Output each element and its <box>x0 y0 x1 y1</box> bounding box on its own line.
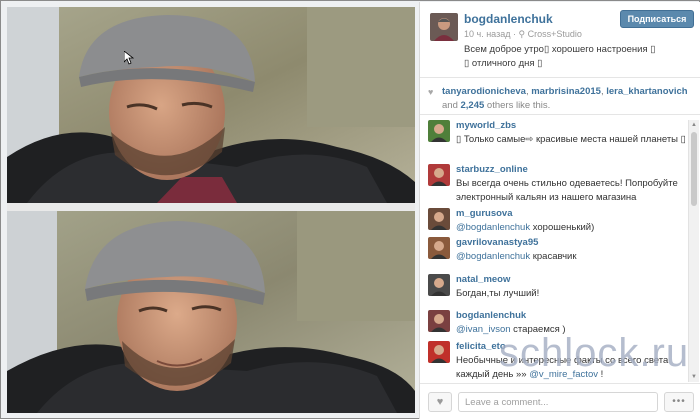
comment-text: @bogdanlenchuk красавчик <box>456 250 686 264</box>
comment-text: @bogdanlenchuk хорошенький) <box>456 221 686 235</box>
commenter-username[interactable]: m_gurusova <box>456 208 513 219</box>
liker-link[interactable]: lera_khartanovich <box>606 86 687 97</box>
owner-avatar[interactable] <box>430 13 458 41</box>
likes-and: and <box>442 100 458 111</box>
likes-others-text: others like this. <box>486 100 551 111</box>
comment-text-part: красавчик <box>530 251 577 262</box>
comment-text: Вы всегда очень стильно одеваетесь! Попр… <box>456 177 686 205</box>
caption-line: ▯ отличного дня ▯ <box>464 58 543 69</box>
commenter-username[interactable]: gavrilovanastya95 <box>456 237 538 248</box>
commenter-username[interactable]: starbuzz_online <box>456 164 528 175</box>
window-frame: bogdanlenchuk Подписаться 10 ч. назад · … <box>0 0 700 419</box>
mention-link[interactable]: @bogdanlenchuk <box>456 251 530 262</box>
heart-icon: ♥ <box>436 396 444 408</box>
commenter-avatar[interactable] <box>428 310 450 332</box>
scroll-down-arrow-icon[interactable]: ▼ <box>689 372 699 382</box>
post-meta: 10 ч. назад · ⚲ Cross+Studio <box>464 29 582 40</box>
like-button[interactable]: ♥ <box>428 392 452 412</box>
liker-link[interactable]: marbrisina2015 <box>531 86 601 97</box>
scroll-up-arrow-icon[interactable]: ▲ <box>689 120 699 130</box>
post-caption: Всем доброе утро▯ хорошего настроения ▯ … <box>464 43 690 71</box>
commenter-avatar[interactable] <box>428 237 450 259</box>
owner-username[interactable]: bogdanlenchuk <box>464 12 553 26</box>
post-header: bogdanlenchuk Подписаться 10 ч. назад · … <box>420 2 700 78</box>
more-options-button[interactable]: ••• <box>664 392 694 412</box>
mention-link[interactable]: @bogdanlenchuk <box>456 222 530 233</box>
post-time: 10 ч. назад <box>464 29 511 39</box>
commenter-avatar[interactable] <box>428 164 450 186</box>
comment-text-part: хорошенький) <box>530 222 595 233</box>
photo-panel <box>7 7 415 413</box>
watermark: schlock.ru <box>499 331 690 375</box>
comment-text-part: Богдан,ты лучший! <box>456 288 540 299</box>
comment-text-part: ▯ Только самые⇨ красивые места нашей пла… <box>456 134 686 145</box>
comment-text: Богдан,ты лучший! <box>456 287 686 301</box>
caption-line: Всем доброе утро▯ хорошего настроения ▯ <box>464 44 656 55</box>
commenter-username[interactable]: myworld_zbs <box>456 120 516 131</box>
likers-list: tanyarodionicheva, marbrisina2015, lera_… <box>442 86 688 111</box>
comment-footer: ♥ ••• <box>420 383 700 419</box>
commenter-username[interactable]: bogdanlenchuk <box>456 310 526 321</box>
follow-button[interactable]: Подписаться <box>620 10 694 28</box>
likes-count[interactable]: 2,245 <box>461 100 485 111</box>
heart-icon: ♥ <box>428 87 434 97</box>
commenter-avatar[interactable] <box>428 274 450 296</box>
mouse-cursor-icon <box>124 51 134 65</box>
likes-section: ♥ tanyarodionicheva, marbrisina2015, ler… <box>420 80 700 115</box>
post-photo-top[interactable] <box>7 7 415 203</box>
commenter-avatar[interactable] <box>428 341 450 363</box>
commenter-username[interactable]: natal_meow <box>456 274 510 285</box>
comment-input[interactable] <box>458 392 658 412</box>
scroll-thumb[interactable] <box>691 132 697 206</box>
post-photo-bottom[interactable] <box>7 211 415 413</box>
liker-link[interactable]: tanyarodionicheva <box>442 86 526 97</box>
post-location[interactable]: Cross+Studio <box>528 29 582 39</box>
comment-text-part: Вы всегда очень стильно одеваетесь! Попр… <box>456 178 678 203</box>
commenter-avatar[interactable] <box>428 120 450 142</box>
commenter-avatar[interactable] <box>428 208 450 230</box>
comment-text: ▯ Только самые⇨ красивые места нашей пла… <box>456 133 686 147</box>
map-pin-icon: ⚲ <box>518 29 526 39</box>
comments-scrollbar[interactable]: ▲ ▼ <box>688 120 699 382</box>
